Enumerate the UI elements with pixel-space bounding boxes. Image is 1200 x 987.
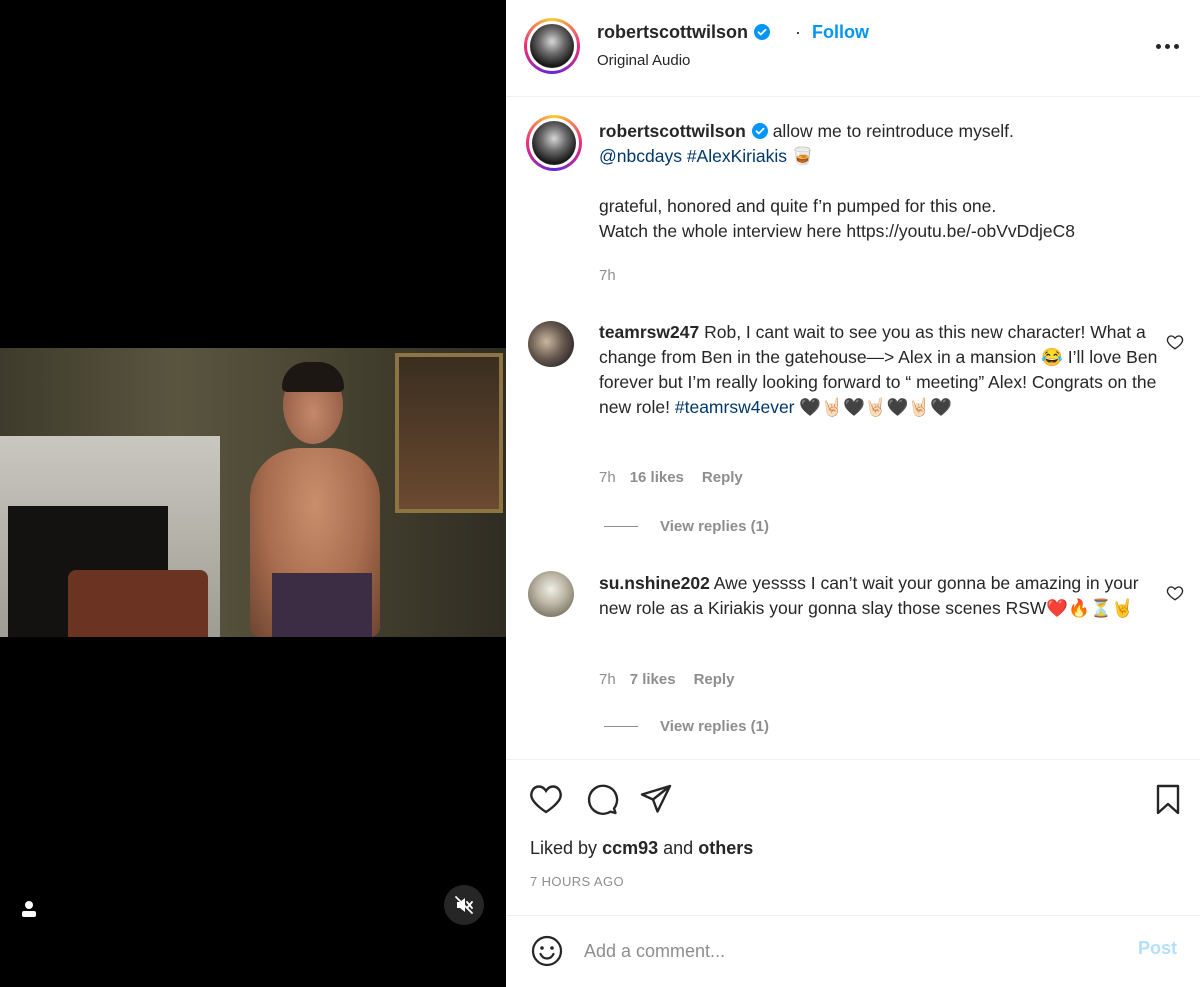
liked-by-prefix: Liked by: [530, 838, 598, 858]
comment-emojis: 🖤🤘🏻🖤🤘🏻🖤🤘🏻🖤: [794, 397, 952, 417]
caption-author-avatar[interactable]: [526, 115, 582, 171]
comment-time[interactable]: 7h: [599, 469, 616, 486]
author-username[interactable]: robertscottwilson: [597, 22, 771, 43]
post-time-ago[interactable]: 7 HOURS AGO: [530, 874, 624, 889]
comment-likes[interactable]: 7 likes: [630, 671, 676, 688]
view-replies-button[interactable]: View replies (1): [604, 718, 769, 735]
caption-timestamp[interactable]: 7h: [599, 267, 616, 284]
comment-avatar[interactable]: [528, 321, 574, 367]
caption-body-line2: Watch the whole interview here https://y…: [599, 221, 1075, 241]
comment-avatar[interactable]: [528, 571, 574, 617]
header-separator: ·: [795, 22, 801, 42]
comment-input[interactable]: [584, 934, 1114, 968]
smiley-icon[interactable]: [530, 934, 564, 968]
post-header: robertscottwilson · Follow Original Audi…: [506, 0, 1200, 97]
reply-button[interactable]: Reply: [694, 671, 735, 688]
video-player[interactable]: [0, 0, 506, 987]
post-actions: Liked by ccm93 and others 7 HOURS AGO: [506, 759, 1200, 915]
video-scene-person-shorts: [272, 573, 372, 637]
caption-body-line1: grateful, honored and quite f’n pumped f…: [599, 196, 997, 216]
bookmark-icon[interactable]: [1150, 782, 1186, 816]
comment-username[interactable]: teamrsw247: [599, 322, 699, 342]
comment-icon[interactable]: [584, 782, 620, 816]
caption-emoji: 🥃: [791, 146, 814, 166]
comment-like-heart-icon[interactable]: [1166, 333, 1184, 351]
comment-likes[interactable]: 16 likes: [630, 469, 684, 486]
comment-username[interactable]: su.nshine202: [599, 573, 710, 593]
view-replies-button[interactable]: View replies (1): [604, 518, 769, 535]
view-replies-line: [604, 526, 638, 527]
view-replies-line: [604, 726, 638, 727]
post-side-panel: robertscottwilson · Follow Original Audi…: [506, 0, 1200, 987]
liked-by-user[interactable]: ccm93: [602, 838, 658, 858]
comment-text: su.nshine202 Awe yessss I can’t wait you…: [599, 571, 1169, 621]
comment-meta: 7h 7 likes Reply: [599, 671, 734, 688]
verified-badge-icon: [751, 123, 768, 139]
video-frame[interactable]: [0, 348, 506, 637]
post-comment-button[interactable]: Post: [1138, 938, 1177, 959]
muted-speaker-icon: [455, 896, 473, 914]
caption-username[interactable]: robertscottwilson: [599, 121, 746, 141]
video-scene-chair: [68, 570, 208, 637]
comments-list[interactable]: robertscottwilson allow me to reintroduc…: [506, 97, 1200, 759]
person-icon[interactable]: [19, 898, 39, 920]
more-options-icon[interactable]: [1152, 38, 1182, 54]
mention-link[interactable]: @nbcdays: [599, 146, 682, 166]
mute-toggle-button[interactable]: [444, 885, 484, 925]
verified-badge-icon: [754, 24, 771, 40]
hashtag-link[interactable]: #teamrsw4ever: [675, 397, 795, 417]
paper-plane-icon[interactable]: [638, 782, 674, 816]
add-comment-bar: Post: [506, 915, 1200, 987]
hashtag-link[interactable]: #AlexKiriakis: [687, 146, 787, 166]
caption-line1: allow me to reintroduce myself.: [772, 121, 1014, 141]
comment-like-heart-icon[interactable]: [1166, 584, 1184, 602]
view-replies-label[interactable]: View replies (1): [660, 518, 769, 535]
author-avatar[interactable]: [524, 18, 580, 74]
reply-button[interactable]: Reply: [702, 469, 743, 486]
view-replies-label[interactable]: View replies (1): [660, 718, 769, 735]
liked-by-and: and: [663, 838, 694, 858]
caption-text: robertscottwilson allow me to reintroduc…: [599, 119, 1169, 244]
heart-icon[interactable]: [528, 782, 564, 816]
comment-meta: 7h 16 likes Reply: [599, 469, 743, 486]
comment-text: teamrsw247 Rob, I cant wait to see you a…: [599, 320, 1169, 420]
follow-button[interactable]: Follow: [812, 22, 869, 43]
comment-time[interactable]: 7h: [599, 671, 616, 688]
video-scene-mirror: [395, 353, 503, 513]
audio-label[interactable]: Original Audio: [597, 52, 690, 69]
liked-by-others[interactable]: others: [698, 838, 753, 858]
liked-by-summary: Liked by ccm93 and others: [530, 838, 753, 859]
